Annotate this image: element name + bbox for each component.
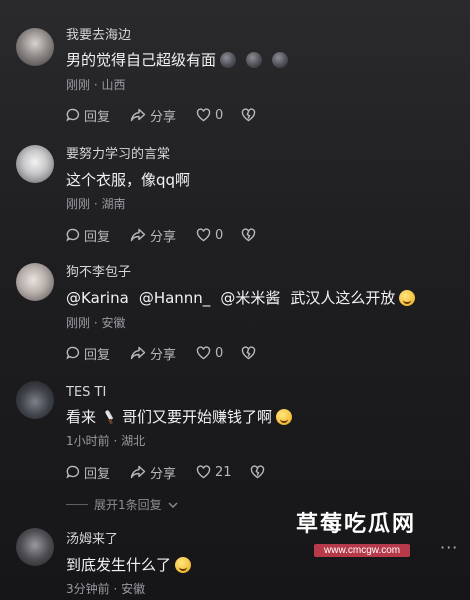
reply-button[interactable]: 回复	[66, 463, 110, 482]
comment-actions: 回复 分享 0	[66, 344, 256, 363]
dislike-button[interactable]	[241, 108, 256, 122]
reply-button[interactable]: 回复	[66, 226, 110, 245]
like-count: 0	[215, 345, 224, 361]
reply-icon	[66, 108, 80, 122]
share-icon	[130, 228, 146, 242]
emoji-icon	[220, 52, 237, 68]
watermark-url: www.cmcgw.com	[314, 544, 411, 557]
share-icon	[130, 465, 146, 479]
chevron-down-icon	[168, 502, 178, 508]
share-button[interactable]: 分享	[130, 463, 176, 482]
watermark: 草莓吃瓜网 www.cmcgw.com	[296, 512, 456, 557]
avatar[interactable]	[16, 263, 54, 301]
like-count: 0	[215, 227, 224, 243]
comment-meta: 1小时前 · 湖北	[66, 434, 146, 448]
divider	[66, 504, 88, 505]
heart-icon	[196, 465, 211, 479]
like-button[interactable]: 0	[196, 228, 223, 243]
broken-heart-icon	[242, 108, 256, 122]
comment-username[interactable]: 汤姆来了	[66, 532, 118, 548]
expand-replies-button[interactable]: 展开1条回复	[66, 496, 178, 513]
share-button[interactable]: 分享	[130, 344, 176, 363]
mention-link[interactable]: @Hannn_	[139, 288, 211, 308]
comment-text: 看来 哥们又要开始赚钱了啊	[66, 407, 293, 427]
heart-icon	[196, 228, 211, 242]
reply-button[interactable]: 回复	[66, 344, 110, 363]
emoji-icon	[272, 52, 289, 68]
avatar[interactable]	[16, 28, 54, 66]
comment-meta: 刚刚 · 湖南	[66, 197, 126, 211]
comment-username[interactable]: 狗不李包子	[66, 265, 131, 281]
comment-username[interactable]: 我要去海边	[66, 28, 131, 44]
tongue-emoji-icon	[175, 557, 192, 573]
like-count: 0	[215, 107, 224, 123]
comment-meta: 刚刚 · 安徽	[66, 316, 126, 330]
like-button[interactable]: 0	[196, 346, 223, 361]
avatar[interactable]	[16, 381, 54, 419]
comment-meta: 3分钟前 · 安徽	[66, 582, 146, 596]
laughing-emoji-icon	[399, 290, 416, 306]
more-dots-icon[interactable]: ···	[440, 538, 458, 557]
reply-icon	[66, 346, 80, 360]
comment-username[interactable]: TES TI	[66, 385, 106, 401]
reply-icon	[66, 228, 80, 242]
broken-heart-icon	[242, 228, 256, 242]
comment-text: 这个衣服，像qq啊	[66, 171, 191, 189]
broken-heart-icon	[242, 346, 256, 360]
watermark-title: 草莓吃瓜网	[296, 512, 417, 537]
reply-icon	[66, 465, 80, 479]
share-button[interactable]: 分享	[130, 226, 176, 245]
dislike-button[interactable]	[241, 228, 256, 242]
comment-actions: 回复 分享 0	[66, 106, 256, 125]
comment-text: 男的觉得自己超级有面	[66, 50, 289, 70]
dislike-button[interactable]	[241, 346, 256, 360]
avatar[interactable]	[16, 528, 54, 566]
emoji-icon	[246, 52, 263, 68]
like-count: 21	[215, 464, 232, 480]
mention-link[interactable]: @米米酱	[220, 288, 280, 308]
heart-icon	[196, 108, 211, 122]
smile-emoji-icon	[276, 409, 293, 425]
comment-username[interactable]: 要努力学习的言棠	[66, 147, 170, 163]
broken-heart-icon	[250, 465, 264, 479]
knife-emoji-icon	[102, 410, 116, 424]
avatar[interactable]	[16, 145, 54, 183]
dislike-button[interactable]	[250, 465, 265, 479]
like-button[interactable]: 0	[196, 108, 223, 123]
reply-button[interactable]: 回复	[66, 106, 110, 125]
share-button[interactable]: 分享	[130, 106, 176, 125]
comment-meta: 刚刚 · 山西	[66, 78, 126, 92]
comment-text: 到底发生什么了	[66, 555, 192, 575]
comment-actions: 回复 分享 21	[66, 463, 265, 482]
comment-actions: 回复 分享 0	[66, 226, 256, 245]
share-icon	[130, 346, 146, 360]
mention-link[interactable]: @Karina	[66, 288, 129, 308]
comment-text: @Karina @Hannn_ @米米酱 武汉人这么开放	[66, 288, 416, 308]
share-icon	[130, 108, 146, 122]
like-button[interactable]: 21	[196, 465, 232, 480]
heart-icon	[196, 346, 211, 360]
